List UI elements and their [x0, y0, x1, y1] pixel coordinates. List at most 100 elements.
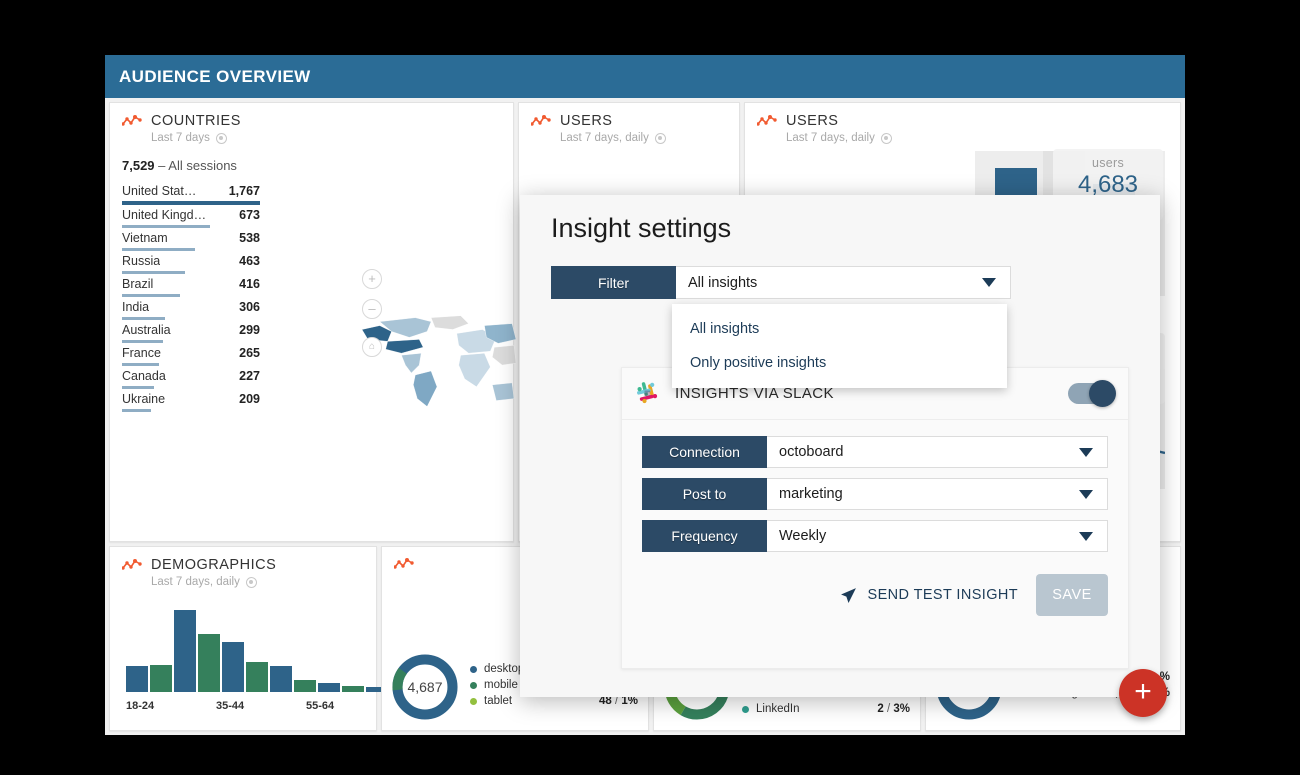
- subtitle-text: Last 7 days: [151, 132, 210, 144]
- legend-color-dot: [470, 697, 477, 705]
- insight-settings-modal: Insight settings Filter All insights All…: [520, 195, 1160, 697]
- country-row[interactable]: France 265: [122, 346, 260, 366]
- country-name: Brazil: [122, 277, 154, 291]
- sparkline-icon: [531, 115, 551, 126]
- slack-fields: Connection octoboard Post to marketing Frequ…: [622, 420, 1128, 552]
- send-test-insight-button[interactable]: SEND TEST INSIGHT: [840, 587, 1018, 604]
- widget-users-1-header: USERS Last 7 days, daily: [519, 103, 739, 144]
- slack-field-label: Connection: [642, 436, 767, 468]
- demographics-bar: [246, 662, 268, 692]
- slack-field-select[interactable]: Weekly: [767, 520, 1108, 552]
- country-value: 299: [239, 323, 260, 337]
- demographics-bar: [318, 683, 340, 692]
- country-value: 1,767: [228, 184, 260, 198]
- country-value: 538: [239, 231, 260, 245]
- legend-color-dot: [742, 705, 749, 713]
- filter-option-all-insights[interactable]: All insights: [672, 312, 1007, 346]
- target-icon: [245, 576, 257, 588]
- widget-countries-header: COUNTRIES Last 7 days: [110, 103, 513, 144]
- modal-title: Insight settings: [551, 213, 732, 243]
- axis-tick: 18-24: [126, 700, 155, 712]
- country-row[interactable]: Australia 299: [122, 323, 260, 343]
- slack-field-row: Post to marketing: [642, 478, 1108, 510]
- filter-select[interactable]: All insights: [676, 266, 1011, 299]
- send-test-insight-label: SEND TEST INSIGHT: [867, 587, 1018, 603]
- country-value: 265: [239, 346, 260, 360]
- slack-enable-toggle[interactable]: [1068, 380, 1116, 407]
- slack-field-label: Post to: [642, 478, 767, 510]
- widget-countries: COUNTRIES Last 7 days 7,529 – All sessio…: [109, 102, 516, 542]
- demographics-bar: [270, 666, 292, 692]
- widget-users-1-subtitle: Last 7 days, daily: [560, 132, 727, 144]
- axis-tick: 35-44: [216, 700, 245, 712]
- chevron-down-icon: [1079, 531, 1093, 541]
- map-zoom-out-button[interactable]: –: [362, 299, 382, 319]
- country-name: United Kingd…: [122, 208, 207, 222]
- slack-field-row: Frequency Weekly: [642, 520, 1108, 552]
- add-widget-fab-button[interactable]: +: [1119, 669, 1167, 717]
- country-row[interactable]: India 306: [122, 300, 260, 320]
- target-icon: [880, 132, 892, 144]
- country-name: Russia: [122, 254, 161, 268]
- slack-field-value: marketing: [779, 486, 843, 502]
- country-row[interactable]: United Kingd… 673: [122, 208, 260, 228]
- country-bar: [122, 386, 154, 389]
- dashboard-stage: AUDIENCE OVERVIEW COUNTRIES Last 7 days: [105, 55, 1185, 735]
- countries-total: 7,529 – All sessions: [122, 158, 260, 173]
- dashboard-header: AUDIENCE OVERVIEW: [105, 55, 1185, 98]
- countries-total-label: – All sessions: [158, 158, 237, 173]
- filter-option-only-positive-insights[interactable]: Only positive insights: [672, 346, 1007, 380]
- country-name: France: [122, 346, 161, 360]
- country-value: 416: [239, 277, 260, 291]
- demographics-axis: 18-24 35-44 55-64: [126, 700, 396, 712]
- widget-countries-title: COUNTRIES: [151, 113, 241, 129]
- country-value: 673: [239, 208, 260, 222]
- countries-list: 7,529 – All sessions United Stat… 1,767 Un…: [110, 158, 260, 524]
- slack-field-label: Frequency: [642, 520, 767, 552]
- widget-users-2-title: USERS: [786, 113, 839, 129]
- widget-demographics-subtitle: Last 7 days, daily: [151, 576, 364, 588]
- countries-total-value: 7,529: [122, 158, 155, 173]
- slack-field-row: Connection octoboard: [642, 436, 1108, 468]
- country-value: 306: [239, 300, 260, 314]
- demographics-bar: [222, 642, 244, 692]
- country-bar: [122, 201, 260, 205]
- save-button[interactable]: SAVE: [1036, 574, 1108, 616]
- subtitle-text: Last 7 days, daily: [151, 576, 240, 588]
- chevron-down-icon: [1079, 489, 1093, 499]
- country-name: Vietnam: [122, 231, 168, 245]
- chevron-down-icon: [982, 278, 996, 287]
- demographics-bar: [126, 666, 148, 692]
- map-home-button[interactable]: ⌂: [362, 337, 382, 357]
- slack-field-value: octoboard: [779, 444, 844, 460]
- filter-field-row: Filter All insights: [551, 266, 1011, 299]
- slack-field-value: Weekly: [779, 528, 827, 544]
- country-name: Canada: [122, 369, 166, 383]
- country-row[interactable]: Russia 463: [122, 254, 260, 274]
- widget-users-2-header: USERS Last 7 days, daily: [745, 103, 1180, 144]
- legend-row: LinkedIn 2 / 3%: [742, 703, 910, 715]
- country-bar: [122, 294, 180, 297]
- demographics-bar: [150, 665, 172, 692]
- filter-label: Filter: [551, 266, 676, 299]
- country-bar: [122, 271, 186, 274]
- filter-selected-value: All insights: [688, 274, 758, 291]
- country-name: Australia: [122, 323, 171, 337]
- legend-label: LinkedIn: [756, 703, 800, 715]
- country-row[interactable]: Canada 227: [122, 369, 260, 389]
- country-row[interactable]: United Stat… 1,767: [122, 184, 260, 205]
- page-title: AUDIENCE OVERVIEW: [119, 66, 311, 86]
- slack-field-select[interactable]: octoboard: [767, 436, 1108, 468]
- slack-field-select[interactable]: marketing: [767, 478, 1108, 510]
- country-row[interactable]: Brazil 416: [122, 277, 260, 297]
- demographics-bar: [174, 610, 196, 692]
- country-row[interactable]: Vietnam 538: [122, 231, 260, 251]
- country-name: United Stat…: [122, 184, 197, 198]
- devices-donut: 4,687: [392, 654, 458, 720]
- subtitle-text: Last 7 days, daily: [560, 132, 649, 144]
- map-zoom-in-button[interactable]: +: [362, 269, 382, 289]
- slack-actions: SEND TEST INSIGHT SAVE: [622, 562, 1128, 616]
- legend-color-dot: [470, 681, 477, 689]
- country-row[interactable]: Ukraine 209: [122, 392, 260, 412]
- demographics-bar-chart: [126, 600, 388, 692]
